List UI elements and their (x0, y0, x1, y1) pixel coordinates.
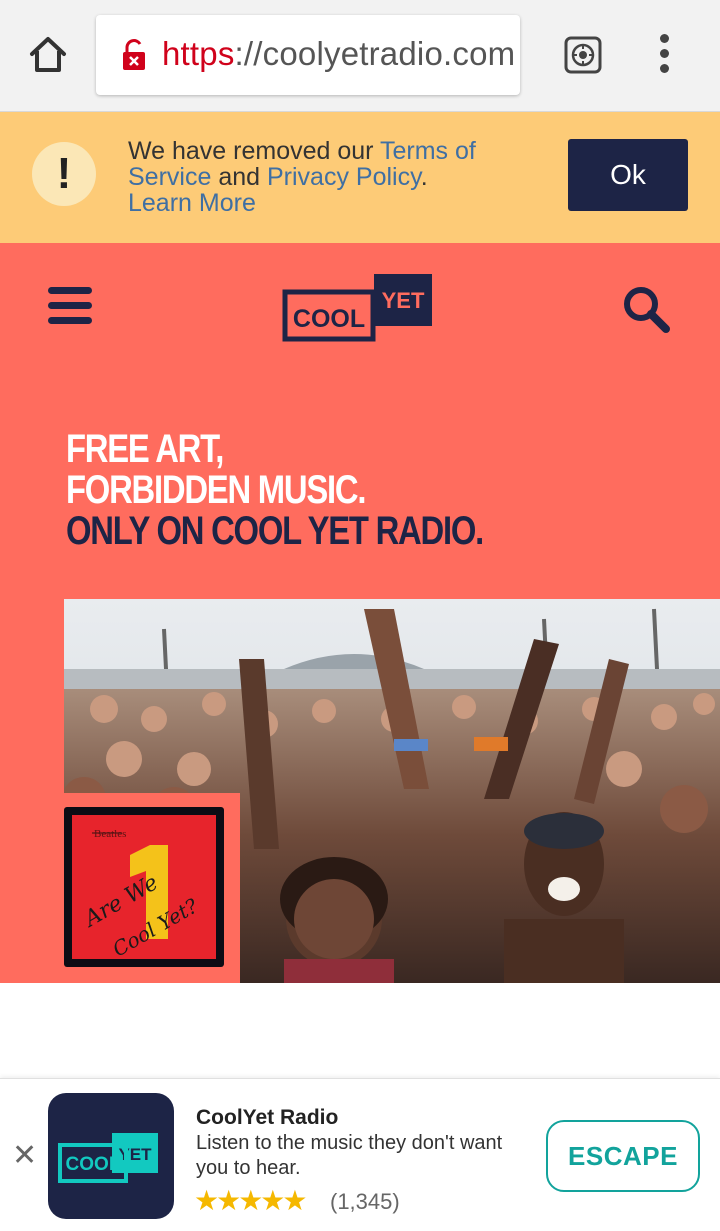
album-band-text: Beatles (94, 828, 126, 840)
app-icon-cool: COOL (66, 1154, 121, 1175)
rating-stars: ★★★★★ (194, 1185, 308, 1216)
url-scheme: https (162, 35, 235, 72)
site-logo[interactable]: YET COOL (282, 274, 434, 344)
close-icon[interactable]: ✕ (12, 1141, 37, 1171)
url-separator: :// (234, 35, 263, 72)
policy-notice-banner: ! We have removed our Terms of Service a… (0, 112, 720, 243)
notice-text-middle: and (211, 163, 267, 191)
overflow-menu-icon[interactable] (652, 34, 676, 78)
logo-cool-text: COOL (293, 305, 365, 333)
headline-line-3: ONLY ON COOL YET RADIO. (66, 509, 484, 553)
app-ad-banner[interactable]: ✕ YET COOL CoolYet Radio Listen to the m… (0, 1078, 720, 1231)
page: https://coolyetradio.com ! We have remov… (0, 0, 720, 1231)
shield-icon[interactable] (564, 36, 602, 74)
lock-open-icon[interactable] (122, 39, 146, 71)
notice-text: We have removed our Terms of Service and… (128, 138, 488, 216)
home-icon[interactable] (24, 30, 72, 78)
browser-toolbar: https://coolyetradio.com (0, 0, 720, 112)
ok-button[interactable]: Ok (568, 139, 688, 211)
address-bar[interactable]: https://coolyetradio.com (96, 15, 520, 95)
headline-line-2: FORBIDDEN MUSIC. (66, 468, 366, 512)
ad-description: Listen to the music they don't want you … (196, 1132, 503, 1179)
alert-icon: ! (32, 142, 96, 206)
ad-title: CoolYet Radio (196, 1106, 339, 1129)
album-cover[interactable]: Beatles Are We Cool Yet? (64, 807, 224, 967)
menu-icon[interactable] (48, 287, 92, 331)
search-icon[interactable] (620, 283, 672, 335)
notice-text-suffix: . (420, 163, 428, 191)
now-playing-album[interactable]: Beatles Are We Cool Yet? (64, 793, 240, 983)
album-art: Beatles Are We Cool Yet? (72, 815, 216, 959)
hero-headline: FREE ART, FORBIDDEN MUSIC. ONLY ON COOL … (66, 427, 484, 553)
privacy-link[interactable]: Privacy Policy (267, 163, 421, 191)
escape-button[interactable]: ESCAPE (546, 1120, 700, 1192)
app-icon-yet: YET (118, 1145, 152, 1164)
logo-yet-text: YET (382, 288, 425, 313)
hero-section: YET COOL FREE ART, FORBIDDEN MUSIC. ONLY… (0, 243, 720, 983)
url-host: coolyetradio.com (262, 35, 516, 72)
learn-more-link[interactable]: Learn More (128, 189, 256, 217)
url-text: https://coolyetradio.com (162, 35, 515, 73)
notice-text-prefix: We have removed our (128, 137, 380, 165)
review-count: (1,345) (330, 1189, 400, 1214)
app-icon[interactable]: YET COOL (48, 1093, 174, 1219)
headline-line-1: FREE ART, (66, 427, 224, 471)
